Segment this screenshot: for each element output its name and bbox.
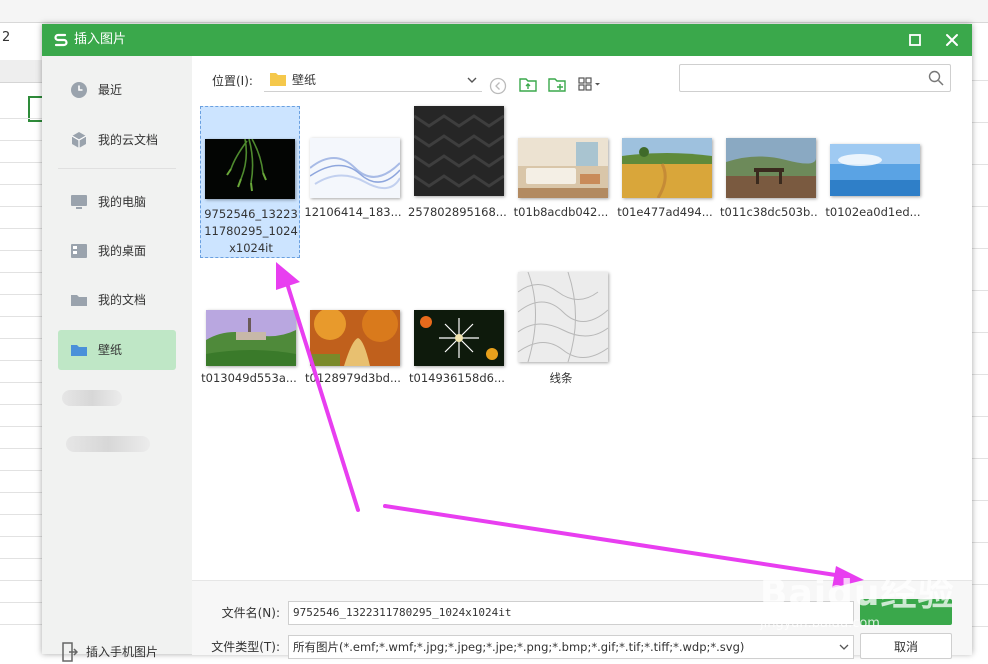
watermark-text: Baidu经验 bbox=[760, 573, 955, 614]
file-name: 9752546_1322311780295_1024x1024it bbox=[204, 207, 298, 255]
folder-up-icon[interactable] bbox=[518, 74, 538, 94]
image-thumbnail bbox=[206, 310, 296, 366]
close-icon[interactable] bbox=[942, 30, 962, 50]
file-thumbnail bbox=[414, 272, 504, 366]
file-item[interactable]: t01b8acdb042... bbox=[512, 106, 610, 256]
file-thumbnail bbox=[205, 107, 295, 199]
image-thumbnail bbox=[414, 106, 504, 196]
file-name: t011c38dc503b... bbox=[720, 205, 818, 219]
sidebar-item-wallpaper[interactable]: 壁纸 bbox=[58, 330, 176, 370]
watermark-subtext: jingyan.baidu.com bbox=[760, 616, 880, 631]
sidebar: 最近 我的云文档 我的电脑 我的桌面 我的文档 壁纸 插入手机图片 bbox=[42, 56, 192, 662]
image-thumbnail bbox=[830, 144, 920, 196]
column-header bbox=[0, 60, 29, 83]
file-item[interactable]: t014936158d6... bbox=[408, 272, 506, 422]
image-thumbnail bbox=[310, 310, 400, 366]
sidebar-item-label: 最近 bbox=[98, 83, 123, 97]
clock-icon bbox=[71, 82, 87, 98]
filename-label: 文件名(N): bbox=[221, 606, 280, 620]
file-thumbnail bbox=[518, 272, 608, 362]
dialog-title: 插入图片 bbox=[74, 32, 127, 47]
file-item[interactable]: 9752546_1322311780295_1024x1024it bbox=[200, 106, 300, 258]
file-name: t014936158d6... bbox=[409, 371, 505, 385]
column-header bbox=[28, 60, 43, 83]
location-dropdown[interactable]: 壁纸 bbox=[264, 69, 482, 92]
search-input[interactable] bbox=[686, 68, 920, 88]
sidebar-item-label: 壁纸 bbox=[98, 343, 123, 357]
file-name: 线条 bbox=[549, 371, 573, 385]
sidebar-item-recent[interactable]: 最近 bbox=[58, 70, 176, 110]
file-thumbnail bbox=[622, 106, 712, 198]
sidebar-item-label: 我的云文档 bbox=[98, 133, 159, 147]
sidebar-item-cloud-docs[interactable]: 我的云文档 bbox=[58, 120, 176, 160]
file-item[interactable]: t0102ea0d1ed... bbox=[824, 106, 922, 256]
sidebar-item-my-desktop[interactable]: 我的桌面 bbox=[58, 231, 176, 271]
folder-icon bbox=[71, 345, 87, 356]
file-item[interactable]: t011c38dc503b... bbox=[720, 106, 818, 256]
sidebar-divider bbox=[58, 168, 176, 169]
search-icon[interactable] bbox=[928, 70, 944, 86]
insert-phone-picture-button[interactable]: 插入手机图片 bbox=[60, 640, 180, 664]
file-thumbnail bbox=[310, 272, 400, 366]
file-name: t01b8acdb042... bbox=[513, 205, 609, 219]
blurred-item bbox=[66, 436, 150, 452]
file-name: t0128979d3bd... bbox=[305, 371, 401, 385]
file-name: t0102ea0d1ed... bbox=[825, 205, 921, 219]
sidebar-item-label: 我的桌面 bbox=[98, 244, 147, 258]
filetype-value: 所有图片(*.emf;*.wmf;*.jpg;*.jpeg;*.jpe;*.pn… bbox=[293, 640, 745, 654]
file-name: 257802895168... bbox=[408, 205, 506, 219]
image-thumbnail bbox=[310, 138, 400, 198]
image-thumbnail bbox=[205, 139, 295, 199]
file-item[interactable]: t01e477ad494... bbox=[616, 106, 714, 256]
search-box[interactable] bbox=[679, 64, 951, 92]
file-name: t01e477ad494... bbox=[617, 205, 713, 219]
phone-upload-icon bbox=[62, 642, 78, 662]
location-value: 壁纸 bbox=[292, 73, 317, 87]
file-name: t013049d553a... bbox=[201, 371, 297, 385]
image-thumbnail bbox=[622, 138, 712, 198]
file-thumbnail bbox=[206, 272, 296, 366]
folder-icon bbox=[270, 73, 286, 86]
blurred-item bbox=[62, 390, 122, 406]
image-thumbnail bbox=[518, 272, 608, 362]
file-item[interactable]: 线条 bbox=[512, 272, 610, 422]
file-item[interactable]: 257802895168... bbox=[408, 106, 506, 256]
chevron-down-icon bbox=[839, 644, 849, 650]
insert-phone-picture-label: 插入手机图片 bbox=[86, 645, 159, 659]
file-thumbnail bbox=[726, 106, 816, 198]
folder-icon bbox=[71, 295, 87, 306]
baidu-watermark: Baidu经验 jingyan.baidu.com bbox=[760, 560, 980, 640]
cell-reference: 2 bbox=[2, 30, 11, 45]
sidebar-item-my-computer[interactable]: 我的电脑 bbox=[58, 182, 176, 222]
view-grid-icon[interactable] bbox=[577, 74, 603, 94]
cloud-cube-icon bbox=[71, 132, 87, 148]
sidebar-item-label: 我的电脑 bbox=[98, 195, 147, 209]
file-name: 12106414_183... bbox=[304, 205, 402, 219]
dialog-titlebar[interactable]: 插入图片 bbox=[42, 24, 972, 56]
desktop-icon bbox=[71, 244, 87, 258]
back-icon[interactable] bbox=[488, 76, 508, 96]
location-label: 位置(I): bbox=[212, 74, 253, 88]
computer-icon bbox=[71, 195, 87, 209]
file-thumbnail bbox=[310, 106, 400, 198]
file-item[interactable]: 12106414_183... bbox=[304, 106, 402, 256]
sidebar-item-my-documents[interactable]: 我的文档 bbox=[58, 280, 176, 320]
file-item[interactable]: t0128979d3bd... bbox=[304, 272, 402, 422]
file-item[interactable]: t013049d553a... bbox=[200, 272, 298, 422]
chevron-down-icon bbox=[467, 77, 477, 83]
wps-logo-icon bbox=[54, 33, 68, 47]
spreadsheet-toolbar-strip bbox=[0, 0, 988, 23]
new-folder-icon[interactable] bbox=[547, 74, 567, 94]
image-thumbnail bbox=[414, 310, 504, 366]
maximize-icon[interactable] bbox=[906, 31, 924, 49]
image-thumbnail bbox=[518, 138, 608, 198]
file-thumbnail bbox=[414, 106, 504, 196]
file-thumbnail bbox=[518, 106, 608, 198]
file-thumbnail bbox=[830, 106, 920, 196]
sidebar-item-label: 我的文档 bbox=[98, 293, 147, 307]
image-thumbnail bbox=[726, 138, 816, 198]
filetype-label: 文件类型(T): bbox=[211, 640, 280, 654]
